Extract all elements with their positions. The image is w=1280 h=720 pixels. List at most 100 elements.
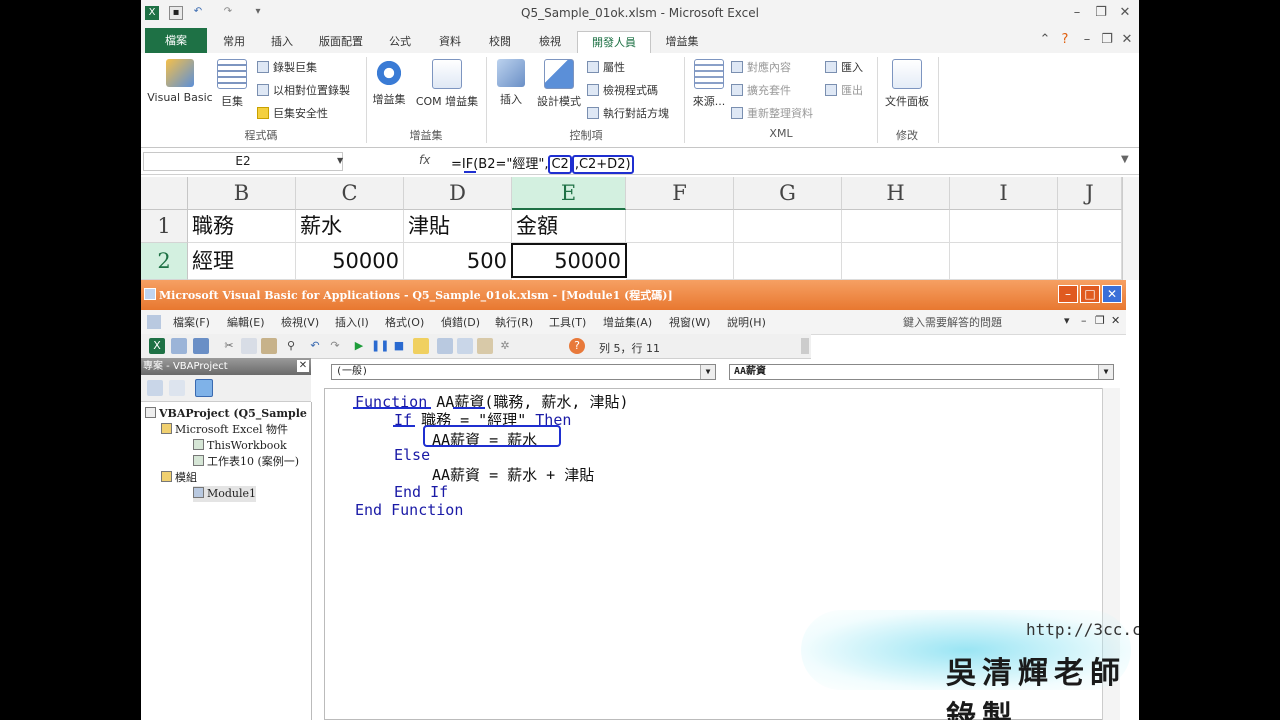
tab-addins[interactable]: 增益集	[653, 31, 711, 52]
help-icon[interactable]: ?	[569, 338, 585, 354]
cell-h1[interactable]	[842, 210, 950, 243]
column-header-c[interactable]: C	[296, 177, 404, 210]
map-properties-button[interactable]: 對應內容	[731, 59, 791, 77]
object-browser-icon[interactable]	[477, 338, 493, 354]
document-panel-button[interactable]: 文件面板	[881, 59, 933, 109]
minimize-icon[interactable]: –	[1067, 4, 1087, 22]
run-icon[interactable]: ▶	[351, 338, 367, 354]
help-dropdown-icon[interactable]: ▾	[1064, 314, 1070, 327]
cell-f2[interactable]	[626, 243, 734, 280]
insert-module-icon[interactable]	[171, 338, 187, 354]
tree-vbaproject[interactable]: VBAProject (Q5_Sample	[145, 406, 307, 422]
menu-insert[interactable]: 插入(I)	[335, 314, 369, 330]
menu-format[interactable]: 格式(O)	[385, 314, 424, 330]
help-icon[interactable]: ?	[1055, 31, 1075, 49]
find-icon[interactable]: ⚲	[283, 338, 299, 354]
cell-j2[interactable]	[1058, 243, 1122, 280]
cell-g1[interactable]	[734, 210, 842, 243]
menu-debug[interactable]: 偵錯(D)	[441, 314, 480, 330]
tab-view[interactable]: 檢視	[525, 31, 575, 52]
procedure-combo[interactable]: AA薪資 ▼	[729, 364, 1114, 380]
menu-view[interactable]: 檢視(V)	[281, 314, 319, 330]
menu-edit[interactable]: 編輯(E)	[227, 314, 265, 330]
pause-icon[interactable]: ❚❚	[371, 338, 389, 354]
cut-icon[interactable]: ✂	[221, 338, 237, 354]
close-icon[interactable]: ✕	[1115, 4, 1135, 22]
help-question-input[interactable]: 鍵入需要解答的問題	[903, 314, 1053, 330]
column-header-b[interactable]: B	[188, 177, 296, 210]
mdi-close-icon[interactable]: ✕	[1111, 314, 1120, 327]
cell-h2[interactable]	[842, 243, 950, 280]
cell-f1[interactable]	[626, 210, 734, 243]
refresh-data-button[interactable]: 重新整理資料	[731, 105, 813, 123]
addins-button[interactable]: 增益集	[369, 59, 409, 107]
cell-b2[interactable]: 經理	[188, 243, 296, 280]
project-explorer-icon[interactable]	[437, 338, 453, 354]
sheet-scrollbar[interactable]	[1122, 177, 1139, 280]
properties-button[interactable]: 屬性	[587, 59, 625, 77]
vba-maximize-icon[interactable]: □	[1080, 285, 1100, 303]
tree-modules[interactable]: 模組	[161, 470, 197, 486]
menu-window[interactable]: 視窗(W)	[669, 314, 710, 330]
record-macro-button[interactable]: 錄製巨集	[257, 59, 317, 77]
tree-excel-objects[interactable]: Microsoft Excel 物件	[161, 422, 288, 438]
tab-insert[interactable]: 插入	[259, 31, 305, 52]
cell-i2[interactable]	[950, 243, 1058, 280]
tree-sheet[interactable]: 工作表10 (案例一)	[193, 454, 299, 470]
column-header-i[interactable]: I	[950, 177, 1058, 210]
xml-import-button[interactable]: 匯入	[825, 59, 863, 77]
relative-reference-button[interactable]: 以相對位置錄製	[257, 82, 350, 100]
save-icon[interactable]	[193, 338, 209, 354]
redo-icon[interactable]: ↷	[327, 338, 343, 354]
column-header-j[interactable]: J	[1058, 177, 1122, 210]
paste-icon[interactable]	[261, 338, 277, 354]
wb-restore-icon[interactable]: ❐	[1097, 31, 1117, 49]
vba-minimize-icon[interactable]: –	[1058, 285, 1078, 303]
name-box[interactable]: E2	[143, 152, 343, 171]
properties-window-icon[interactable]	[457, 338, 473, 354]
mdi-minimize-icon[interactable]: –	[1081, 314, 1087, 327]
fx-icon[interactable]: fx	[419, 153, 430, 167]
column-header-e[interactable]: E	[512, 177, 626, 210]
menu-file[interactable]: 檔案(F)	[173, 314, 210, 330]
expansion-packs-button[interactable]: 擴充套件	[731, 82, 791, 100]
ribbon-collapse-icon[interactable]: ⌃	[1035, 31, 1055, 49]
select-all-corner[interactable]	[141, 177, 188, 210]
cell-i1[interactable]	[950, 210, 1058, 243]
com-addins-button[interactable]: COM 增益集	[411, 59, 483, 109]
cell-b1[interactable]: 職務	[188, 210, 296, 243]
tab-developer[interactable]: 開發人員	[577, 31, 651, 54]
design-mode-icon[interactable]	[413, 338, 429, 354]
row-header-1[interactable]: 1	[141, 210, 188, 243]
cell-j1[interactable]	[1058, 210, 1122, 243]
cell-g2[interactable]	[734, 243, 842, 280]
name-box-dropdown-icon[interactable]: ▼	[337, 156, 343, 165]
column-header-d[interactable]: D	[404, 177, 512, 210]
tab-formulas[interactable]: 公式	[377, 31, 423, 52]
xml-source-button[interactable]: 來源...	[687, 59, 731, 109]
tab-data[interactable]: 資料	[425, 31, 475, 52]
restore-icon[interactable]: ❐	[1091, 4, 1111, 22]
macros-button[interactable]: 巨集	[213, 59, 251, 109]
cell-d1[interactable]: 津貼	[404, 210, 512, 243]
cell-e2-active[interactable]: 50000	[511, 243, 627, 278]
view-object-icon[interactable]	[169, 380, 185, 396]
toggle-folders-icon[interactable]	[195, 379, 213, 397]
menu-help[interactable]: 說明(H)	[727, 314, 766, 330]
toolbar-overflow-icon[interactable]	[801, 338, 809, 354]
view-excel-icon[interactable]: X	[149, 338, 165, 354]
stop-icon[interactable]: ■	[391, 338, 407, 354]
tab-page-layout[interactable]: 版面配置	[307, 31, 375, 52]
macro-security-button[interactable]: 巨集安全性	[257, 105, 328, 123]
row-header-2[interactable]: 2	[141, 243, 188, 280]
wb-minimize-icon[interactable]: –	[1077, 31, 1097, 49]
insert-control-button[interactable]: 插入	[491, 59, 531, 107]
tab-review[interactable]: 校閱	[477, 31, 523, 52]
undo-icon[interactable]: ↶	[307, 338, 323, 354]
cell-d2[interactable]: 500	[404, 243, 512, 280]
menu-addins[interactable]: 增益集(A)	[603, 314, 652, 330]
menu-tools[interactable]: 工具(T)	[549, 314, 586, 330]
mdi-restore-icon[interactable]: ❐	[1095, 314, 1105, 327]
view-code-icon[interactable]	[147, 380, 163, 396]
tree-thisworkbook[interactable]: ThisWorkbook	[193, 438, 287, 454]
